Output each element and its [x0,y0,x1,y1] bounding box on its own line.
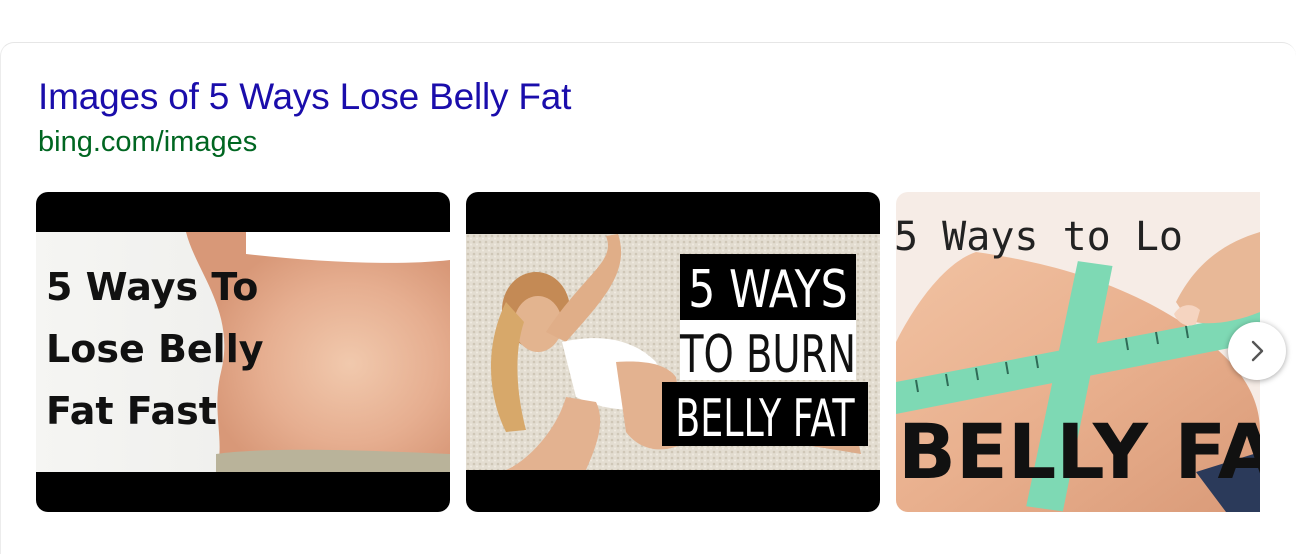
thumbnail-3-image: 5 Ways to Lo BELLY FA [896,192,1260,512]
image-thumbnail-1[interactable]: 5 Ways To Lose Belly Fat Fast [36,192,450,512]
result-source-url[interactable]: bing.com/images [38,126,257,159]
thumbnail-1-line-1: 5 Ways To [46,265,258,309]
image-thumbnail-2[interactable]: 5 WAYS TO BURN BELLY FAT [466,192,880,512]
thumbnail-3-top-text: 5 Ways to Lo [896,214,1183,260]
chevron-right-icon [1251,340,1264,362]
thumbnail-2-image: 5 WAYS TO BURN BELLY FAT [466,192,880,512]
result-title-link[interactable]: Images of 5 Ways Lose Belly Fat [38,76,571,118]
thumbnail-1-line-3: Fat Fast [46,389,217,433]
image-thumbnail-3[interactable]: 5 Ways to Lo BELLY FA [896,192,1260,512]
carousel-next-button[interactable] [1228,322,1286,380]
thumbnail-2-line-1: 5 WAYS [688,260,847,320]
thumbnail-1-line-2: Lose Belly [46,327,264,371]
thumbnail-2-line-2: TO BURN [679,324,856,384]
thumbnail-2-line-3: BELLY FAT [675,387,855,448]
thumbnail-1-image: 5 Ways To Lose Belly Fat Fast [36,192,450,512]
thumbnail-3-bottom-text: BELLY FA [898,407,1260,496]
